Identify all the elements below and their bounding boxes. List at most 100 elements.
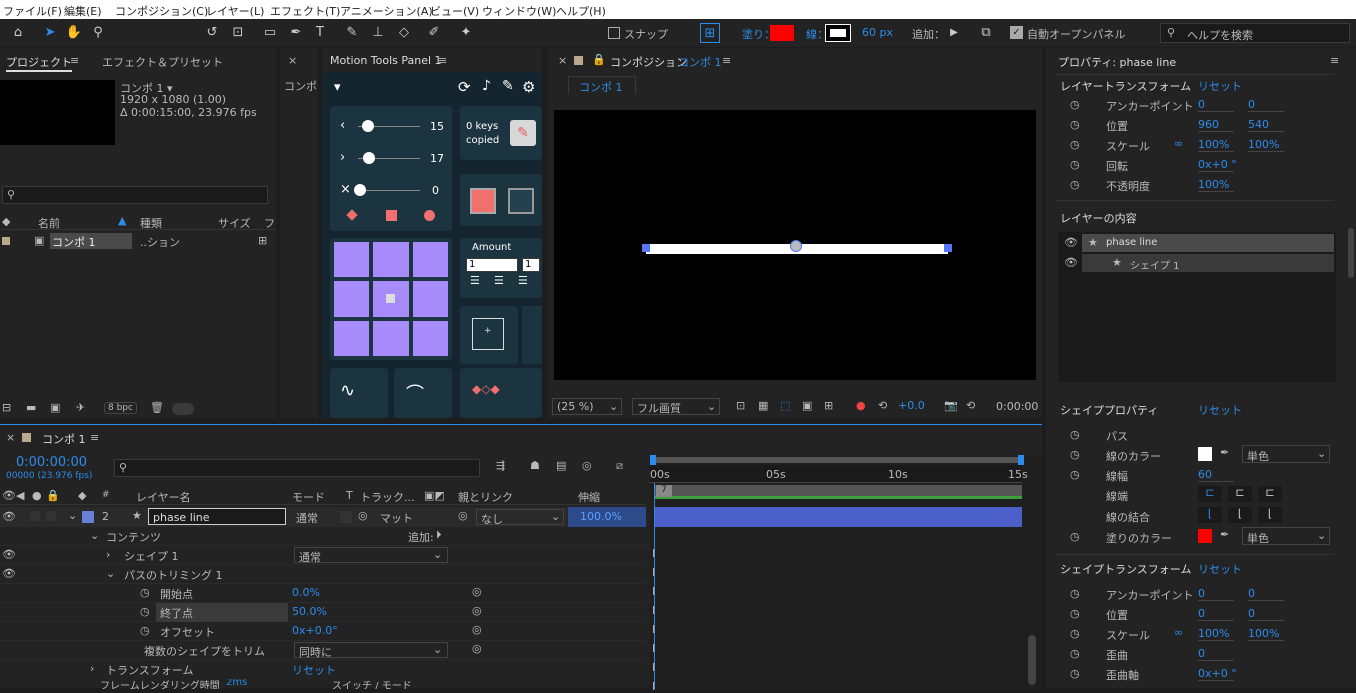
fill-type-select[interactable]: 単色 ⌄	[1242, 527, 1330, 545]
col-parent[interactable]: 親とリンク	[458, 489, 513, 505]
render-icon[interactable]: ✈	[76, 401, 85, 414]
comp-flowchart-icon[interactable]: ⇶	[496, 459, 505, 472]
toggle[interactable]	[172, 403, 194, 415]
cap-round-button[interactable]: ⊏	[1228, 486, 1252, 502]
stroke-type-select[interactable]: 単色 ⌄	[1242, 445, 1330, 463]
pickwhip-icon[interactable]: ◎	[472, 604, 482, 617]
stopwatch-icon[interactable]: ◷	[140, 586, 150, 599]
flowchart-icon[interactable]: ⊞	[258, 234, 267, 247]
anchor-cell[interactable]	[412, 242, 448, 278]
menu-window[interactable]: ウィンドウ(W)	[482, 3, 556, 19]
dropdown-arrow-icon[interactable]: ▾	[334, 80, 341, 95]
start-value[interactable]: 0.0%	[292, 586, 320, 599]
pickwhip-icon[interactable]: ◎	[458, 509, 468, 522]
menu-layer[interactable]: レイヤー(L)	[206, 3, 264, 19]
start-row[interactable]: ◷ 開始点 0.0% ◎	[0, 584, 646, 603]
anchor-cell[interactable]	[334, 281, 370, 317]
chevron-right-icon[interactable]: ›	[90, 662, 94, 675]
stopwatch-icon[interactable]: ◷	[1070, 448, 1080, 461]
keys-distribute-box[interactable]: ◆◇◆	[460, 368, 542, 418]
slider-3-handle[interactable]	[354, 184, 366, 196]
interpret-icon[interactable]: ⊟	[2, 401, 11, 414]
work-area-end-handle[interactable]	[1018, 455, 1024, 465]
comp-work-area[interactable]	[654, 485, 1022, 499]
opacity-value[interactable]: 100%	[1198, 178, 1234, 192]
show-snapshot-icon[interactable]: ⟲	[966, 399, 975, 412]
lock-box[interactable]	[46, 511, 56, 521]
contents-row[interactable]: ⌄ コンテンツ 追加: ⏵	[0, 527, 646, 546]
col-mode[interactable]: モード	[292, 489, 325, 505]
comp-tab-link[interactable]: コンポ 1	[678, 54, 722, 70]
stopwatch-icon[interactable]: ◷	[1070, 98, 1080, 111]
cap-butt-button[interactable]: ⊏	[1198, 486, 1222, 502]
stopwatch-icon[interactable]: ◷	[140, 605, 150, 618]
bounds-box-2[interactable]	[522, 306, 542, 364]
eraser-icon[interactable]: ✎	[510, 120, 536, 146]
anchor-point-handle[interactable]	[790, 240, 802, 252]
refresh-icon[interactable]: ⟳	[458, 78, 471, 96]
eye-icon[interactable]: 👁	[1064, 236, 1078, 249]
time-ruler[interactable]: 00s 05s 10s 15s	[650, 465, 1028, 483]
eyedropper-icon[interactable]: ✒	[1220, 446, 1229, 459]
reset-exposure-icon[interactable]: ⟲	[878, 399, 887, 412]
path-vertex[interactable]	[642, 244, 650, 252]
stopwatch-icon[interactable]: ◷	[1070, 118, 1080, 131]
col-name[interactable]: 名前	[38, 215, 60, 231]
join-round-button[interactable]: ⌊	[1228, 507, 1252, 523]
tree-item-shape[interactable]: ★ シェイプ 1	[1082, 254, 1334, 272]
transform-row[interactable]: › トランスフォーム リセット	[0, 660, 646, 679]
workspace-icon[interactable]: ⧉	[976, 23, 996, 43]
link-icon[interactable]: ∞	[1174, 137, 1183, 150]
anchor-cell[interactable]	[334, 242, 370, 278]
selection-tool-icon[interactable]: ➤	[40, 23, 60, 43]
current-timecode[interactable]: 0:00:00:00	[16, 455, 87, 470]
auto-open-checkbox[interactable]: ✓	[1010, 26, 1023, 39]
link-icon[interactable]: ∞	[1174, 626, 1183, 639]
shape-scale-x[interactable]: 100%	[1198, 627, 1234, 641]
fill-color-swatch[interactable]	[770, 25, 794, 41]
join-bevel-button[interactable]: ⌊	[1258, 507, 1282, 523]
current-time-indicator-head[interactable]: 7	[656, 485, 672, 497]
col-stretch[interactable]: 伸縮	[578, 489, 600, 505]
menu-icon[interactable]: ≡	[1330, 54, 1339, 67]
stopwatch-icon[interactable]: ◷	[1070, 178, 1080, 191]
trim-paths-row[interactable]: 👁 ⌄ パスのトリミング 1	[0, 565, 646, 584]
close-icon[interactable]: ×	[288, 54, 297, 67]
stroke-width-value[interactable]: 60	[1198, 468, 1234, 482]
pickwhip-icon[interactable]: ◎	[472, 642, 482, 655]
add-play-icon[interactable]: ▶	[944, 23, 964, 43]
sort-asc-icon[interactable]: ▲	[118, 214, 126, 227]
scale-x[interactable]: 100%	[1198, 138, 1234, 152]
menu-effect[interactable]: エフェクト(T)	[270, 3, 340, 19]
rotate-tool-icon[interactable]: ↺	[202, 23, 222, 43]
align-center-icon[interactable]: ☰	[494, 274, 504, 287]
hand-tool-icon[interactable]: ✋	[64, 23, 84, 43]
stroke-color-swatch[interactable]	[1198, 447, 1212, 461]
help-search-input[interactable]: ⚲ ヘルプを検索	[1160, 23, 1350, 43]
anchor-cell-center[interactable]	[373, 281, 409, 317]
grid-icon[interactable]: ⊞	[824, 399, 833, 412]
menu-edit[interactable]: 編集(E)	[64, 3, 102, 19]
project-search-input[interactable]: ⚲	[2, 186, 268, 204]
anchor-cell[interactable]	[373, 320, 409, 356]
amount-input-1[interactable]: 1	[466, 258, 518, 272]
stopwatch-icon[interactable]: ◷	[1070, 428, 1080, 441]
layer-label-color[interactable]	[82, 511, 94, 523]
motion-blur-icon[interactable]: ◎	[582, 459, 592, 472]
pencil-icon[interactable]: ✎	[502, 78, 514, 94]
eye-icon[interactable]: 👁	[1064, 256, 1078, 269]
frame-blend-icon[interactable]: ▤	[556, 459, 566, 472]
amount-input-2[interactable]: 1	[522, 258, 540, 272]
lock-icon[interactable]: 🔒	[592, 53, 606, 66]
square-key-icon[interactable]	[386, 210, 397, 221]
puppet-tool-icon[interactable]: ✦	[456, 23, 476, 43]
clone-stamp-icon[interactable]: ⊥	[368, 23, 388, 43]
eye-icon[interactable]: 👁	[2, 567, 16, 580]
viewer-timecode[interactable]: 0:00:00	[996, 400, 1038, 413]
stopwatch-icon[interactable]: ◷	[1070, 158, 1080, 171]
end-value[interactable]: 50.0%	[292, 605, 327, 618]
shape-position-y[interactable]: 0	[1248, 607, 1284, 621]
chevron-right-icon[interactable]: ›	[106, 548, 110, 561]
tab-project[interactable]: プロジェクト	[6, 54, 72, 72]
stopwatch-icon[interactable]: ◷	[1070, 607, 1080, 620]
